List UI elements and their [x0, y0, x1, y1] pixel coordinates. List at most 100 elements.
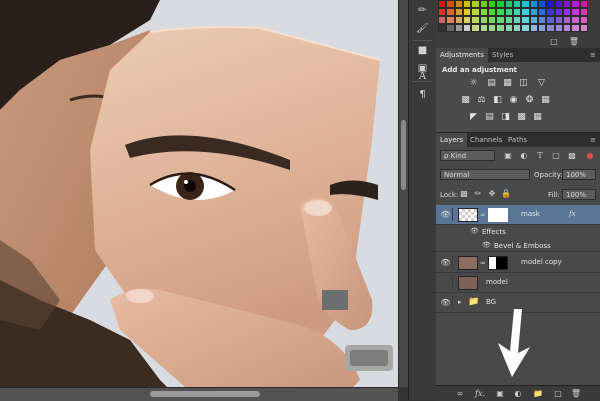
panel-menu-icon[interactable]: ≡	[586, 133, 600, 147]
swatch[interactable]	[496, 8, 505, 16]
visibility-eye-icon[interactable]: 👁	[439, 256, 453, 269]
swatch[interactable]	[462, 16, 472, 24]
swatch[interactable]	[554, 16, 563, 24]
vibrance-icon[interactable]: ▽	[536, 78, 547, 88]
swatch[interactable]	[521, 16, 530, 24]
visibility-eye-icon[interactable]: 👁	[439, 208, 453, 221]
adjustment-filter-icon[interactable]: ◐	[518, 150, 530, 161]
swatch[interactable]	[571, 24, 580, 32]
tab-paths[interactable]: Paths	[504, 133, 531, 147]
new-swatch-icon[interactable]: □	[548, 36, 560, 47]
swatch[interactable]	[512, 24, 522, 32]
swatch[interactable]	[562, 16, 572, 24]
add-mask-icon[interactable]: ▣	[494, 388, 506, 399]
threshold-icon[interactable]: ◨	[500, 112, 511, 122]
swatch[interactable]	[504, 16, 513, 24]
swatch[interactable]	[504, 0, 513, 8]
visibility-eye-icon[interactable]: 👁	[439, 296, 453, 309]
swatch[interactable]	[496, 0, 505, 8]
link-layers-icon[interactable]: ∞	[454, 388, 466, 399]
exposure-icon[interactable]: ◫	[518, 78, 529, 88]
opacity-input[interactable]: 100%	[562, 169, 596, 180]
swatch[interactable]	[496, 24, 505, 32]
black-white-icon[interactable]: ◧	[492, 95, 503, 105]
shape-filter-icon[interactable]: □	[550, 150, 562, 161]
swatch[interactable]	[454, 0, 463, 8]
swatch[interactable]	[579, 8, 588, 16]
swatch[interactable]	[462, 8, 472, 16]
swatch[interactable]	[546, 24, 555, 32]
photo-filter-icon[interactable]: ◉	[508, 95, 519, 105]
layer-effects-icon[interactable]: fx	[569, 210, 576, 218]
pixel-filter-icon[interactable]: ▣	[502, 150, 514, 161]
hue-saturation-icon[interactable]: ▩	[460, 95, 471, 105]
layer-row-model[interactable]: 👁 model	[436, 273, 600, 293]
swatch[interactable]	[537, 24, 547, 32]
swatch[interactable]	[529, 8, 538, 16]
lock-image-icon[interactable]: ✏	[472, 188, 484, 199]
swatch[interactable]	[521, 0, 530, 8]
new-layer-icon[interactable]: □	[552, 388, 564, 399]
swatch[interactable]	[454, 24, 463, 32]
swatch[interactable]	[546, 0, 555, 8]
panel-menu-icon[interactable]: ≡	[586, 48, 600, 62]
color-balance-icon[interactable]: ⚖	[476, 95, 487, 105]
swatch[interactable]	[512, 8, 522, 16]
swatch[interactable]	[446, 0, 455, 8]
swatch[interactable]	[554, 24, 563, 32]
swatch[interactable]	[438, 16, 447, 24]
swatch[interactable]	[504, 8, 513, 16]
smart-filter-icon[interactable]: ▩	[566, 150, 578, 161]
swatch[interactable]	[529, 0, 538, 8]
swatch[interactable]	[562, 24, 572, 32]
swatch[interactable]	[579, 0, 588, 8]
trash-icon[interactable]: 🗑	[568, 36, 580, 47]
type-filter-icon[interactable]: T	[534, 150, 546, 161]
lock-transparent-icon[interactable]: ▩	[458, 188, 470, 199]
blend-mode-select[interactable]: Normal	[440, 169, 530, 180]
swatch[interactable]	[471, 8, 480, 16]
swatch[interactable]	[454, 8, 463, 16]
swatch-grid[interactable]	[438, 0, 588, 34]
swatch[interactable]	[479, 8, 488, 16]
swatch[interactable]	[579, 24, 588, 32]
swatch[interactable]	[554, 0, 563, 8]
swatch[interactable]	[471, 0, 480, 8]
new-group-icon[interactable]: 📁	[532, 388, 544, 399]
swatch[interactable]	[537, 8, 547, 16]
lock-position-icon[interactable]: ✥	[486, 188, 498, 199]
swatch[interactable]	[537, 16, 547, 24]
filter-toggle-icon[interactable]: ●	[584, 150, 596, 161]
swatch[interactable]	[438, 8, 447, 16]
swatch[interactable]	[521, 24, 530, 32]
swatch[interactable]	[562, 0, 572, 8]
swatch[interactable]	[487, 16, 497, 24]
swatch[interactable]	[487, 24, 497, 32]
tab-channels[interactable]: Channels	[466, 133, 506, 147]
character-icon[interactable]: A	[415, 70, 430, 84]
swatch[interactable]	[504, 24, 513, 32]
posterize-icon[interactable]: ▤	[484, 112, 495, 122]
expand-arrow-icon[interactable]: ▸	[458, 298, 462, 306]
swatch[interactable]	[471, 24, 480, 32]
visibility-eye-icon[interactable]: 👁	[470, 227, 479, 235]
document-canvas[interactable]	[0, 0, 398, 400]
layer-effect-bevel-row[interactable]: 👁 Bevel & Emboss	[436, 238, 600, 252]
layer-effects-row[interactable]: 👁 Effects	[436, 225, 600, 238]
swatch[interactable]	[571, 16, 580, 24]
swatch[interactable]	[571, 0, 580, 8]
fill-input[interactable]: 100%	[562, 189, 596, 200]
swatch[interactable]	[446, 24, 455, 32]
curves-icon[interactable]: ▦	[502, 78, 513, 88]
swatch[interactable]	[479, 24, 488, 32]
swatch[interactable]	[571, 8, 580, 16]
horizontal-scrollbar[interactable]	[0, 387, 398, 401]
swatch[interactable]	[546, 16, 555, 24]
delete-layer-icon[interactable]: 🗑	[570, 388, 582, 399]
layer-row-mask[interactable]: 👁 ∞ mask fx	[436, 205, 600, 225]
swatch[interactable]	[529, 16, 538, 24]
swatch[interactable]	[529, 24, 538, 32]
layer-row-model-copy[interactable]: 👁 ∞ model copy	[436, 253, 600, 273]
add-style-icon[interactable]: fx.	[474, 388, 486, 399]
swatch[interactable]	[554, 8, 563, 16]
